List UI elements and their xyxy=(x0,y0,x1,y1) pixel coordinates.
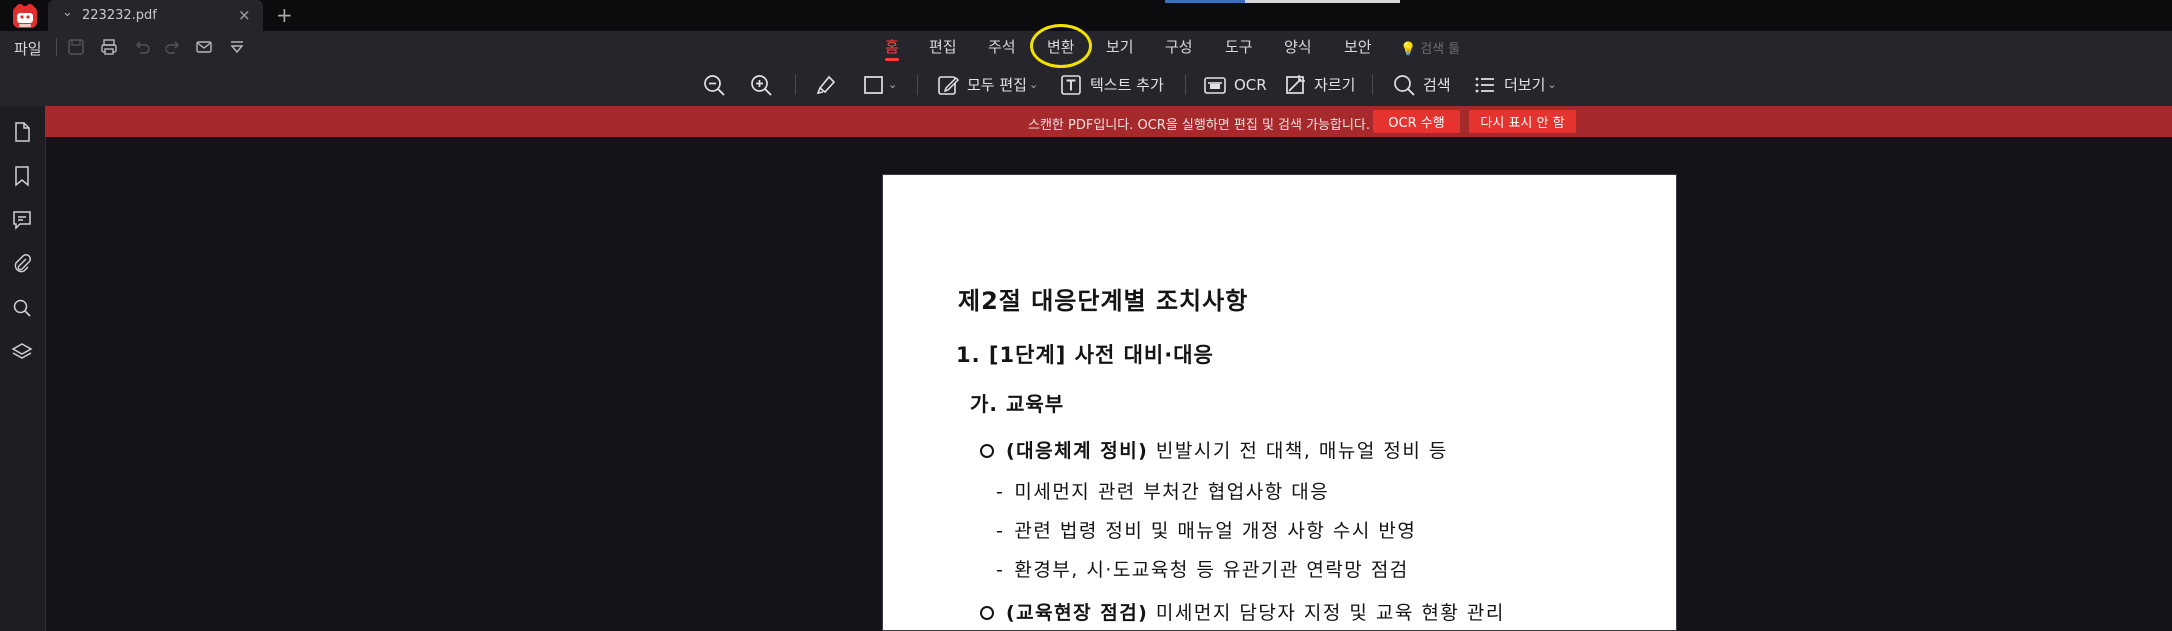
tab-organize[interactable]: 구성 xyxy=(1165,36,1193,57)
section-title: 제2절 대응단계별 조치사항 xyxy=(958,287,1249,315)
chevron-down-icon: ⌄ xyxy=(1028,78,1039,91)
ministry-heading: 가. 교육부 xyxy=(970,392,1065,416)
window-strip xyxy=(1245,0,1400,3)
tab-tools[interactable]: 도구 xyxy=(1225,36,1253,57)
bullet-text: 미세먼지 담당자 지정 및 교육 현황 관리 xyxy=(1148,602,1505,624)
edit-icon xyxy=(938,75,960,95)
close-icon[interactable]: × xyxy=(238,6,251,24)
dash-text: 미세먼지 관련 부처간 협업사항 대응 xyxy=(1014,481,1330,503)
search-tools[interactable]: 💡 검색 툴 xyxy=(1400,38,1460,57)
left-sidebar xyxy=(0,106,46,631)
toolbar: ⌄ 모두 편집 ⌄ 텍스트 추가 OCR 자르기 검색 더보기 ⌄ xyxy=(0,63,2172,106)
dash-text: 환경부, 시·도교육청 등 유관기관 연락망 점검 xyxy=(1014,559,1409,581)
divider xyxy=(1185,75,1186,95)
bullet-heading: (대응체계 정비) xyxy=(1006,440,1149,462)
dash-symbol: - xyxy=(996,481,1005,503)
more-label: 더보기 xyxy=(1504,76,1546,94)
edit-all-button[interactable]: 모두 편집 ⌄ xyxy=(936,72,1038,97)
redo-icon[interactable] xyxy=(164,38,182,56)
bullet-text: 빈발시기 전 대책, 매뉴얼 정비 등 xyxy=(1148,440,1448,462)
divider xyxy=(1372,75,1373,95)
dash-symbol: - xyxy=(996,520,1005,542)
print-icon[interactable] xyxy=(100,38,118,56)
tab-view[interactable]: 보기 xyxy=(1106,36,1134,57)
document-tab-title: 223232.pdf xyxy=(82,8,157,23)
divider xyxy=(795,75,796,95)
search-button[interactable]: 검색 xyxy=(1392,72,1451,97)
zoom-in-button[interactable] xyxy=(749,72,773,97)
mail-icon[interactable] xyxy=(195,38,213,56)
crop-label: 자르기 xyxy=(1314,76,1356,94)
ocr-icon xyxy=(1204,76,1226,94)
layers-icon[interactable] xyxy=(11,341,33,363)
banner-message: 스캔한 PDF입니다. OCR을 실행하면 편집 및 검색 가능합니다. xyxy=(1028,118,1371,133)
divider xyxy=(917,75,918,95)
tab-bar: ⌄ 223232.pdf × + xyxy=(0,0,2172,31)
ocr-notification-banner: 스캔한 PDF입니다. OCR을 실행하면 편집 및 검색 가능합니다. OCR… xyxy=(45,106,2172,137)
save-icon[interactable] xyxy=(67,38,85,56)
tab-home[interactable]: 홈 xyxy=(885,36,899,57)
tab-security[interactable]: 보안 xyxy=(1344,36,1372,57)
dash-item: - 미세먼지 관련 부처간 협업사항 대응 xyxy=(996,477,1329,504)
tab-form[interactable]: 양식 xyxy=(1284,36,1312,57)
add-text-label: 텍스트 추가 xyxy=(1090,76,1164,94)
more-button[interactable]: 더보기 ⌄ xyxy=(1473,72,1557,97)
tab-edit[interactable]: 편집 xyxy=(929,36,957,57)
page-thumbnails-icon[interactable] xyxy=(11,121,33,143)
highlighter-icon xyxy=(816,75,836,94)
chevron-down-icon[interactable]: ⌄ xyxy=(62,5,73,20)
bullet-heading: (교육현장 점검) xyxy=(1006,602,1149,624)
document-tab[interactable]: ⌄ 223232.pdf × xyxy=(48,0,263,31)
search-icon[interactable] xyxy=(11,297,33,319)
dash-item: - 환경부, 시·도교육청 등 유관기관 연락망 점검 xyxy=(996,555,1409,582)
attachment-icon[interactable] xyxy=(11,253,33,275)
highlight-circle-annotation xyxy=(1030,24,1092,68)
comment-icon[interactable] xyxy=(11,209,33,231)
dash-symbol: - xyxy=(996,559,1005,581)
bookmark-icon[interactable] xyxy=(11,165,33,187)
app-logo-icon xyxy=(11,2,39,30)
list-icon xyxy=(1475,77,1494,92)
chevron-down-icon: ⌄ xyxy=(1547,78,1557,91)
zoom-out-icon xyxy=(704,74,725,96)
crop-button[interactable]: 자르기 xyxy=(1283,72,1355,97)
text-box-icon xyxy=(1061,74,1081,95)
ocr-label: OCR xyxy=(1234,75,1267,94)
rectangle-icon xyxy=(864,75,883,94)
bullet-item: (대응체계 정비) 빈발시기 전 대책, 매뉴얼 정비 등 xyxy=(980,436,1448,463)
crop-icon xyxy=(1286,74,1305,94)
document-page[interactable]: 제2절 대응단계별 조치사항 1. [1단계] 사전 대비·대응 가. 교육부 … xyxy=(882,174,1677,631)
search-label: 검색 xyxy=(1423,76,1451,94)
chevron-down-icon: ⌄ xyxy=(888,78,898,91)
new-tab-plus-icon[interactable]: + xyxy=(276,3,293,27)
edit-all-label: 모두 편집 xyxy=(967,76,1027,94)
bullet-item: (교육현장 점검) 미세먼지 담당자 지정 및 교육 현황 관리 xyxy=(980,598,1505,625)
highlight-button[interactable] xyxy=(814,72,838,97)
dont-show-again-button[interactable]: 다시 표시 안 함 xyxy=(1469,110,1576,133)
file-menu[interactable]: 파일 xyxy=(14,38,42,59)
add-text-button[interactable]: 텍스트 추가 xyxy=(1059,72,1164,97)
dash-item: - 관련 법령 정비 및 매뉴얼 개정 사항 수시 반영 xyxy=(996,516,1416,543)
shape-button[interactable]: ⌄ xyxy=(862,72,897,97)
ocr-button[interactable]: OCR xyxy=(1203,72,1267,97)
circle-bullet-icon xyxy=(980,444,994,458)
step-title: 1. [1단계] 사전 대비·대응 xyxy=(956,343,1214,367)
divider xyxy=(56,38,57,56)
search-tools-label: 검색 툴 xyxy=(1420,42,1461,57)
zoom-in-icon xyxy=(751,74,772,96)
dash-text: 관련 법령 정비 및 매뉴얼 개정 사항 수시 반영 xyxy=(1014,520,1417,542)
active-tab-indicator xyxy=(885,58,899,61)
search-icon xyxy=(1394,74,1415,96)
window-strip xyxy=(1165,0,1245,3)
undo-icon[interactable] xyxy=(133,38,151,56)
lightbulb-icon: 💡 xyxy=(1400,42,1417,57)
customize-dropdown-icon[interactable] xyxy=(228,38,246,56)
run-ocr-button[interactable]: OCR 수행 xyxy=(1373,110,1460,133)
circle-bullet-icon xyxy=(980,606,994,620)
zoom-out-button[interactable] xyxy=(702,72,726,97)
tab-comment[interactable]: 주석 xyxy=(988,36,1016,57)
